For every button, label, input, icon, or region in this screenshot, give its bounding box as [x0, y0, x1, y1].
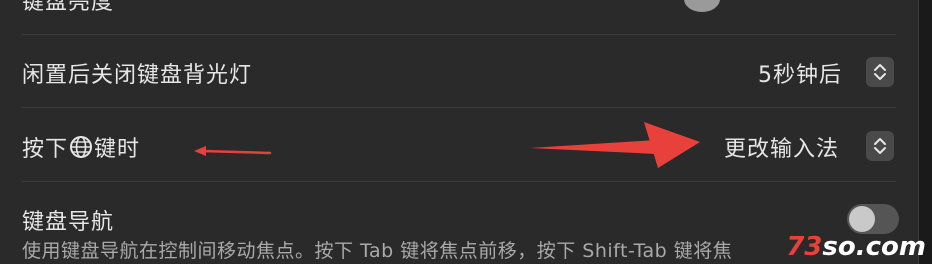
backlight-off-stepper[interactable] [866, 57, 894, 87]
row-divider [22, 181, 896, 182]
globe-key-label: 按下 键时 [22, 131, 140, 163]
globe-key-stepper[interactable] [866, 131, 894, 161]
row-divider [22, 107, 896, 108]
stepper-chevrons-icon [874, 64, 886, 80]
keyboard-nav-label: 键盘导航 [22, 210, 115, 235]
settings-panel: 键盘亮度 闲置后关闭键盘背光灯 5秒钟后 按下 键时 更改输入法 键盘导航 使用… [0, 0, 918, 264]
backlight-off-label: 闲置后关闭键盘背光灯 [22, 63, 253, 88]
toggle-knob [849, 206, 875, 232]
watermark-prefix: 73 [786, 232, 823, 262]
keyboard-brightness-label: 键盘亮度 [22, 0, 115, 15]
window-edge [918, 0, 932, 264]
arrow-annotation-small [194, 146, 272, 156]
keyboard-nav-toggle[interactable] [847, 204, 899, 234]
arrow-annotation-large [530, 122, 700, 168]
watermark-suffix: so.com [822, 232, 926, 262]
globe-key-value[interactable]: 更改输入法 [724, 131, 839, 163]
globe-key-label-before: 按下 [22, 137, 69, 162]
brightness-slider-knob[interactable] [684, 0, 720, 12]
keyboard-nav-description: 使用键盘导航在控制间移动焦点。按下 Tab 键将焦点前移，按下 Shift-Ta… [22, 240, 733, 262]
globe-icon [70, 136, 93, 158]
globe-key-label-after: 键时 [94, 137, 141, 162]
stepper-chevrons-icon [874, 138, 886, 154]
watermark-logo: 73so.com [786, 232, 926, 262]
row-divider [22, 34, 896, 35]
backlight-off-value[interactable]: 5秒钟后 [758, 57, 842, 89]
